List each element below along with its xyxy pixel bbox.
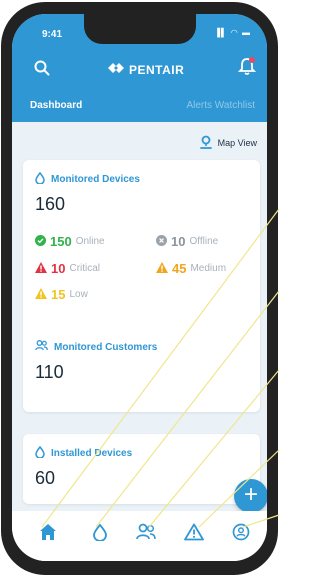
bell-icon[interactable] xyxy=(237,56,257,81)
offline-count: 10 xyxy=(171,234,186,249)
tab-alerts-watchlist[interactable]: Alerts Watchlist xyxy=(186,100,255,111)
warning-icon-medium xyxy=(156,261,168,276)
x-circle-icon xyxy=(156,234,167,249)
map-view-button[interactable]: Map View xyxy=(199,135,257,151)
device-notch xyxy=(84,14,196,44)
map-pin-icon xyxy=(199,135,213,151)
search-icon[interactable] xyxy=(34,60,50,81)
monitored-devices-count: 160 xyxy=(35,194,66,214)
droplet-icon[interactable] xyxy=(92,523,108,546)
droplet-icon xyxy=(35,445,45,461)
add-button[interactable]: + xyxy=(234,479,267,513)
critical-stat: 10 Critical xyxy=(35,261,100,276)
warning-icon[interactable] xyxy=(184,523,204,546)
tab-dashboard[interactable]: Dashboard xyxy=(30,100,82,111)
monitored-devices-label: Monitored Devices xyxy=(51,174,140,185)
map-view-label: Map View xyxy=(217,138,257,148)
low-stat: 15 Low xyxy=(35,287,88,302)
status-time: 9:41 xyxy=(42,29,63,40)
pentair-logo-icon xyxy=(108,62,124,77)
home-icon[interactable] xyxy=(39,523,57,546)
monitored-customers-count: 110 xyxy=(35,362,64,382)
installed-card: Installed Devices 60 xyxy=(23,434,260,504)
online-stat: 150 Online xyxy=(35,234,105,249)
offline-label: Offline xyxy=(189,236,219,247)
medium-label: Medium xyxy=(190,263,227,274)
check-circle-icon xyxy=(35,234,46,249)
user-circle-icon[interactable] xyxy=(232,523,250,546)
low-count: 15 xyxy=(51,287,66,302)
phone-frame: 9:41 ▐▌ ◠ ▬ PENTAIR Dashboard Alerts Wat… xyxy=(0,0,280,577)
warning-icon-low xyxy=(35,287,47,302)
online-count: 150 xyxy=(50,234,72,249)
brand-logo: PENTAIR xyxy=(108,62,184,77)
low-label: Low xyxy=(69,289,88,300)
medium-count: 45 xyxy=(172,261,187,276)
critical-count: 10 xyxy=(51,261,66,276)
users-icon[interactable] xyxy=(136,523,156,546)
installed-devices-count: 60 xyxy=(35,468,56,488)
critical-label: Critical xyxy=(69,263,101,274)
online-label: Online xyxy=(75,236,105,247)
droplet-icon xyxy=(35,171,45,187)
monitored-devices-title: Monitored Devices xyxy=(35,171,140,187)
status-indicators: ▐▌ ◠ ▬ xyxy=(214,28,251,37)
app-screen: 9:41 ▐▌ ◠ ▬ PENTAIR Dashboard Alerts Wat… xyxy=(12,14,267,561)
installed-devices-title: Installed Devices xyxy=(35,445,133,461)
users-icon xyxy=(35,340,48,354)
brand-name: PENTAIR xyxy=(129,62,185,77)
bottom-nav xyxy=(12,511,267,561)
monitored-card: Monitored Devices 160 150 Online 10 Offl… xyxy=(23,160,260,412)
installed-devices-label: Installed Devices xyxy=(51,448,133,459)
medium-stat: 45 Medium xyxy=(156,261,226,276)
app-header: 9:41 ▐▌ ◠ ▬ PENTAIR Dashboard Alerts Wat… xyxy=(12,14,267,122)
monitored-customers-title: Monitored Customers xyxy=(35,340,157,354)
warning-icon-critical xyxy=(35,261,47,276)
offline-stat: 10 Offline xyxy=(156,234,218,249)
monitored-customers-label: Monitored Customers xyxy=(54,341,158,353)
